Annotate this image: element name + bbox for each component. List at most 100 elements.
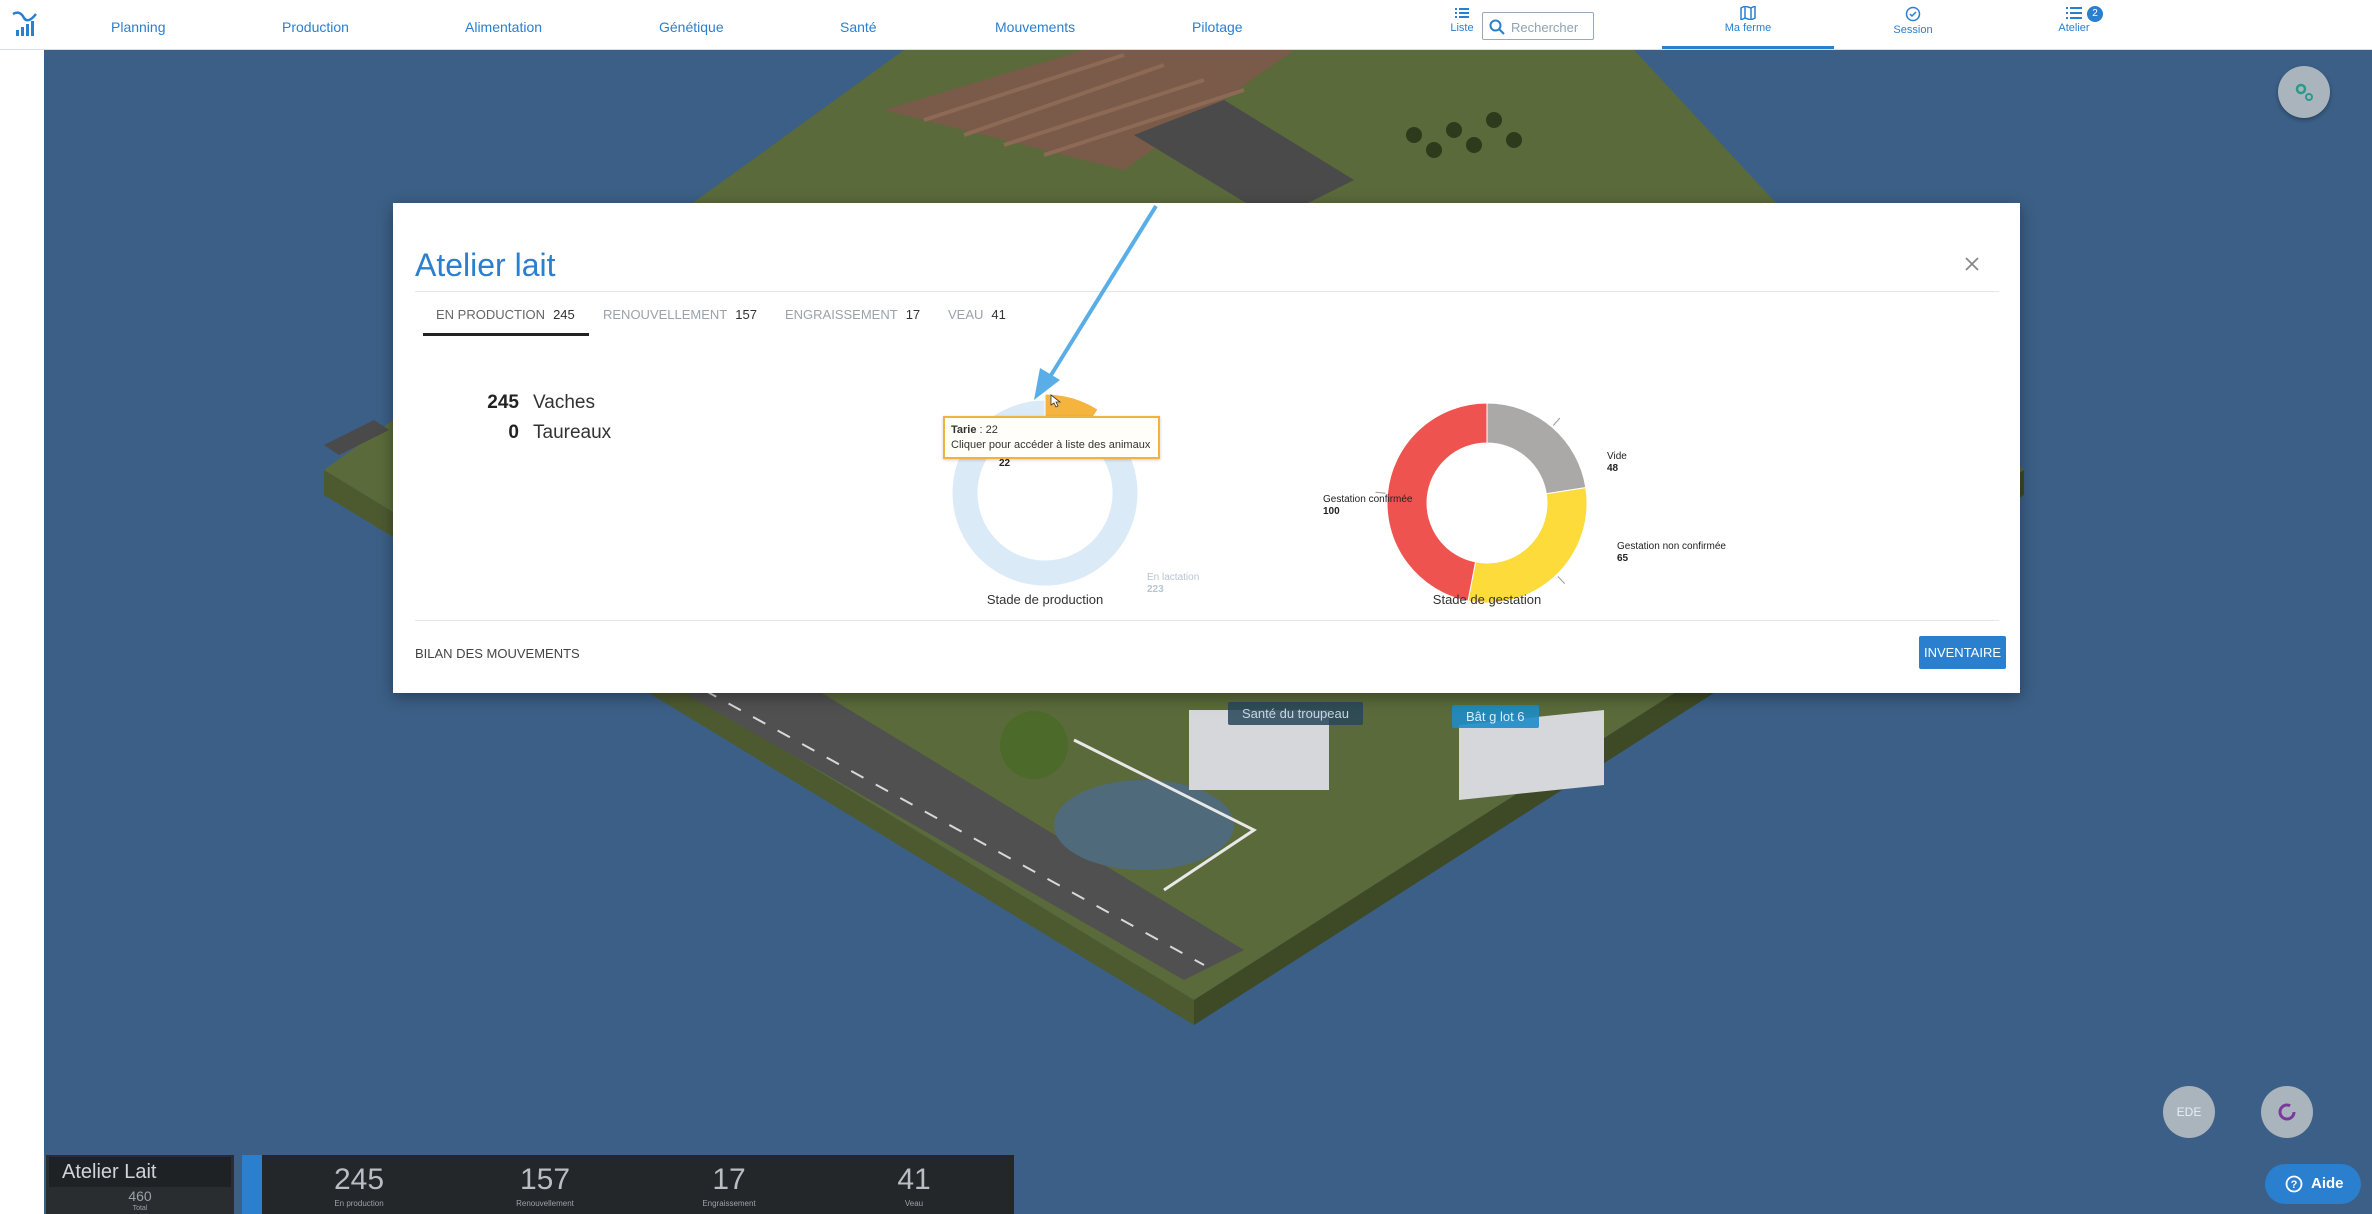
tooltip-hint: Cliquer pour accéder à liste des animaux xyxy=(951,439,1151,451)
tab-engraissement[interactable]: ENGRAISSEMENT 17 xyxy=(785,307,920,322)
tab-label: ENGRAISSEMENT xyxy=(785,307,898,322)
session-clock-icon xyxy=(1905,6,1921,22)
atelier-total: 460 xyxy=(128,1188,152,1204)
list-icon xyxy=(1455,8,1469,18)
svg-text:?: ? xyxy=(2291,1179,2298,1191)
gears-icon xyxy=(2295,83,2313,101)
slice-label: Gestation confirmée xyxy=(1323,494,1413,505)
slice-gestation-non-confirmee[interactable] xyxy=(1467,487,1588,604)
top-navigation-bar: Planning Production Alimentation Génétiq… xyxy=(0,0,2372,50)
close-icon[interactable] xyxy=(1963,255,1981,273)
map-icon xyxy=(1740,6,1756,20)
aide-label: Aide xyxy=(2311,1175,2344,1192)
count-value: 0 xyxy=(508,422,519,443)
tab-label: RENOUVELLEMENT xyxy=(603,307,728,322)
stade-gestation-chart[interactable]: Vide48 Gestation non confirmée65 Gestation… xyxy=(1323,353,1803,613)
liste-label: Liste xyxy=(1450,22,1474,34)
count-vaches: 245 Vaches xyxy=(453,392,595,414)
stat-label: Renouvellement xyxy=(516,1199,574,1208)
bottom-stats: 245 En production 157 Renouvellement 17 … xyxy=(262,1155,1014,1214)
tooltip-value: : 22 xyxy=(979,424,998,436)
refresh-icon xyxy=(2278,1103,2296,1121)
atelier-lait-dialog: Atelier lait EN PRODUCTION 245 RENOUVELLE… xyxy=(393,203,2020,693)
slice-value-label: 48 xyxy=(1607,463,1619,474)
stat-label: En production xyxy=(334,1199,384,1208)
ma-ferme-label: Ma ferme xyxy=(1724,22,1772,34)
bottom-accent-bar xyxy=(242,1155,262,1214)
batiment-lot-label[interactable]: Bât g lot 6 xyxy=(1452,705,1539,728)
search-field[interactable] xyxy=(1482,12,1594,40)
nav-planning[interactable]: Planning xyxy=(111,19,166,35)
session-button[interactable]: Session xyxy=(1890,6,1936,36)
stat-label: Engraissement xyxy=(702,1199,756,1208)
tab-count: 157 xyxy=(735,307,757,322)
count-label: Taureaux xyxy=(533,422,612,443)
refresh-button[interactable] xyxy=(2261,1086,2313,1138)
app-logo-icon[interactable] xyxy=(10,8,40,40)
slice-leader-line xyxy=(1552,417,1561,426)
count-taureaux: 0 Taureaux xyxy=(453,422,611,444)
stat-renouvellement[interactable]: 157 Renouvellement xyxy=(480,1155,610,1208)
footer-divider xyxy=(415,620,1999,621)
active-tab-underline xyxy=(423,333,589,336)
nav-genetique[interactable]: Génétique xyxy=(659,19,724,35)
stat-value: 17 xyxy=(712,1163,746,1196)
tab-veau[interactable]: VEAU 41 xyxy=(948,307,1006,322)
slice-value-label: 223 xyxy=(1147,584,1164,595)
tooltip-name: Tarie xyxy=(951,424,977,436)
nav-mouvements[interactable]: Mouvements xyxy=(995,19,1075,35)
slice-value-label: 22 xyxy=(999,458,1011,469)
left-gutter xyxy=(0,50,44,1214)
chart-title: Stade de gestation xyxy=(1433,592,1541,607)
chart-title: Stade de production xyxy=(987,592,1103,607)
slice-value-label: 65 xyxy=(1617,553,1629,564)
atelier-summary[interactable]: Atelier Lait 460 Total xyxy=(46,1155,234,1214)
atelier-count-badge: 2 xyxy=(2087,6,2103,22)
inventaire-button[interactable]: INVENTAIRE xyxy=(1919,636,2006,669)
settings-button[interactable] xyxy=(2278,66,2330,118)
help-icon: ? xyxy=(2285,1175,2303,1193)
atelier-title: Atelier Lait xyxy=(62,1161,157,1183)
title-divider xyxy=(415,291,1999,292)
search-input[interactable] xyxy=(1511,17,1591,37)
bottom-left-gutter xyxy=(0,1150,44,1214)
nav-pilotage[interactable]: Pilotage xyxy=(1192,19,1243,35)
slice-label: Vide xyxy=(1607,451,1627,462)
active-tab-indicator xyxy=(1662,46,1834,49)
slice-value-label: 100 xyxy=(1323,506,1340,517)
stat-label: Veau xyxy=(904,1199,924,1208)
liste-button[interactable]: Liste xyxy=(1448,6,1476,34)
search-icon xyxy=(1489,19,1505,35)
ma-ferme-tab[interactable]: Ma ferme xyxy=(1712,6,1784,34)
stat-value: 41 xyxy=(897,1163,931,1196)
ede-button[interactable]: EDE xyxy=(2163,1086,2215,1138)
nav-sante[interactable]: Santé xyxy=(840,19,877,35)
slice-leader-line xyxy=(1557,576,1566,584)
aide-button[interactable]: ? Aide xyxy=(2265,1164,2361,1204)
bilan-mouvements-link[interactable]: BILAN DES MOUVEMENTS xyxy=(415,646,580,661)
checklist-icon xyxy=(2066,7,2082,19)
slice-label: Gestation non confirmée xyxy=(1617,541,1726,552)
stat-value: 245 xyxy=(333,1163,385,1196)
chart-tooltip: Tarie : 22 Cliquer pour accéder à liste … xyxy=(943,416,1160,459)
stat-engraissement[interactable]: 17 Engraissement xyxy=(664,1155,794,1208)
dialog-title: Atelier lait xyxy=(415,247,556,283)
session-label: Session xyxy=(1893,24,1933,36)
tab-renouvellement[interactable]: RENOUVELLEMENT 157 xyxy=(603,307,757,322)
stade-production-chart[interactable]: Tarie 22 En lactation223 Stade de productio… xyxy=(903,353,1243,613)
slice-vide[interactable] xyxy=(1486,402,1587,495)
nav-alimentation[interactable]: Alimentation xyxy=(465,19,542,35)
tab-en-production[interactable]: EN PRODUCTION 245 xyxy=(436,307,575,322)
atelier-total-label: Total xyxy=(132,1205,148,1212)
count-label: Vaches xyxy=(533,392,595,413)
nav-production[interactable]: Production xyxy=(282,19,349,35)
stat-value: 157 xyxy=(519,1163,571,1196)
tab-count: 17 xyxy=(905,307,921,322)
atelier-label: Atelier xyxy=(2058,22,2090,34)
stat-veau[interactable]: 41 Veau xyxy=(849,1155,979,1208)
tab-label: VEAU xyxy=(948,307,984,322)
tab-count: 245 xyxy=(553,307,575,322)
stat-en-production[interactable]: 245 En production xyxy=(294,1155,424,1208)
sante-troupeau-label[interactable]: Santé du troupeau xyxy=(1228,702,1363,725)
tab-label: EN PRODUCTION xyxy=(436,307,546,322)
